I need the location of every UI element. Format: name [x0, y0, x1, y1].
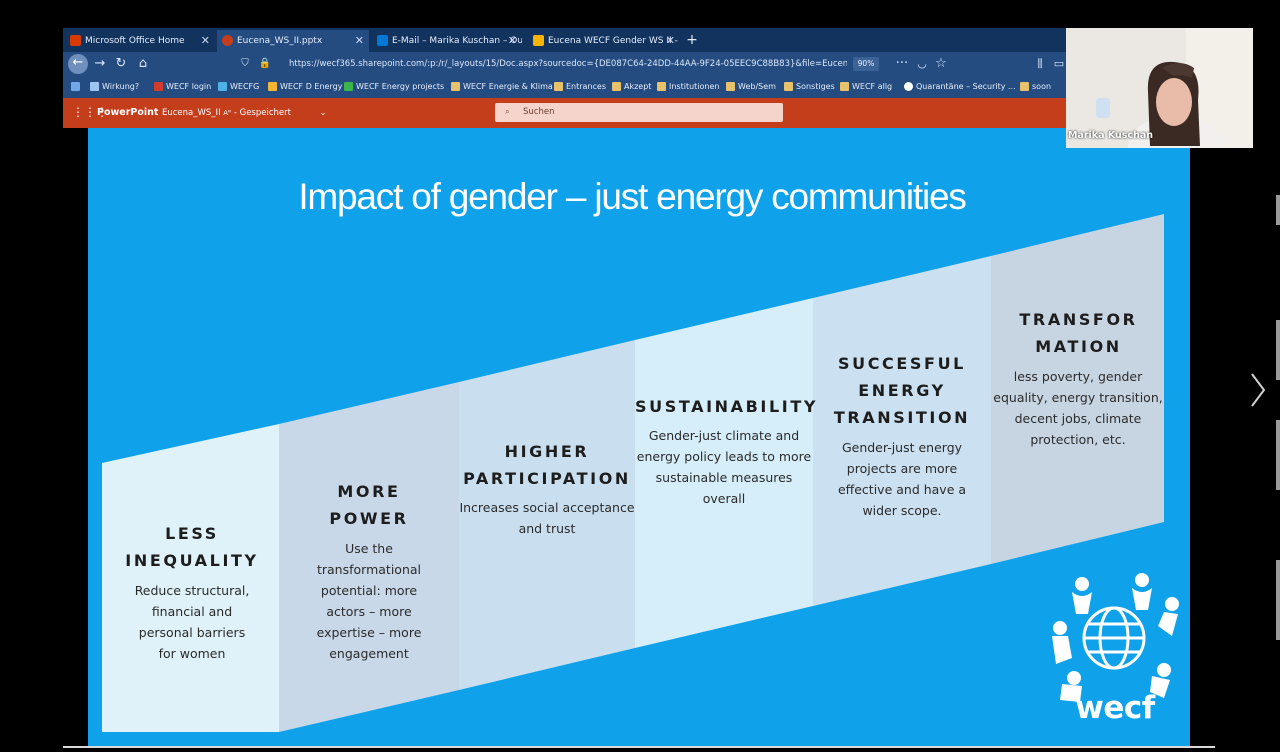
- folder-icon: [1020, 82, 1029, 91]
- divider: [63, 746, 1215, 748]
- participant-name: Marika Kuschan: [1068, 130, 1154, 141]
- folder-icon: [726, 82, 735, 91]
- search-input[interactable]: ⌕ Suchen: [495, 103, 783, 122]
- column-text: Gender-just climate and energy policy le…: [636, 428, 812, 506]
- column-text: Increases social acceptance and trust: [459, 500, 635, 536]
- close-tab-icon[interactable]: ✕: [508, 30, 517, 52]
- scrollbar-mark: [1276, 195, 1280, 225]
- column-text: Use the transformational potential: more…: [316, 541, 422, 661]
- zoom-level[interactable]: 90%: [853, 57, 879, 71]
- powerpoint-header: ⋮⋮⋮ PowerPoint Eucena_WS_II Aᴿ - Gespeic…: [63, 98, 1066, 128]
- bookmark-item[interactable]: [71, 76, 83, 98]
- close-tab-icon[interactable]: ✕: [666, 30, 675, 52]
- scrollbar-mark: [1276, 320, 1280, 380]
- slide-title: Impact of gender – just energy communiti…: [298, 176, 967, 217]
- folder-icon: [840, 82, 849, 91]
- back-button[interactable]: ←: [68, 54, 88, 74]
- tab-google-slides[interactable]: Eucena WECF Gender WS II - G ✕: [528, 30, 680, 52]
- chevron-down-icon[interactable]: ⌄: [320, 108, 327, 117]
- step-1: [102, 424, 279, 732]
- reload-button[interactable]: ↻: [112, 55, 130, 73]
- search-icon: ⌕: [505, 107, 510, 117]
- scrollbar-mark: [1276, 560, 1280, 640]
- slide: Impact of gender – just energy communiti…: [88, 128, 1190, 747]
- app-name[interactable]: PowerPoint: [97, 98, 158, 128]
- folder-icon: [657, 82, 666, 91]
- bookmark-item[interactable]: WECFG: [218, 76, 259, 98]
- bookmark-icon: [344, 82, 353, 91]
- bookmark-item[interactable]: WECF Energy projects: [344, 76, 444, 98]
- bookmarks-bar: Wirkung? WECF login WECFG WECF D Energy …: [63, 76, 1066, 98]
- bookmark-item[interactable]: WECF login: [154, 76, 211, 98]
- bookmark-folder[interactable]: Institutionen: [657, 76, 719, 98]
- column-heading: MORE POWER: [329, 482, 409, 528]
- library-icon[interactable]: ⫼: [1031, 55, 1049, 73]
- powerpoint-icon: [222, 35, 233, 46]
- tab-office-home[interactable]: Microsoft Office Home ✕: [65, 30, 215, 52]
- close-tab-icon[interactable]: ✕: [201, 30, 210, 52]
- column-heading: TRANSFOR MATION: [1019, 310, 1138, 356]
- bookmark-folder[interactable]: soon: [1020, 76, 1051, 98]
- bookmark-folder[interactable]: Akzept: [612, 76, 651, 98]
- bookmark-icon: [90, 82, 99, 91]
- shield-icon: [904, 82, 913, 91]
- file-name[interactable]: Eucena_WS_II Aᴿ - Gespeichert ⌄: [162, 98, 326, 128]
- lock-icon[interactable]: 🔒: [256, 55, 274, 73]
- column-text: Gender-just energy projects are more eff…: [837, 440, 967, 518]
- folder-icon: [451, 82, 460, 91]
- more-actions-icon[interactable]: ···: [893, 55, 911, 73]
- outlook-icon: [377, 35, 388, 46]
- close-tab-icon[interactable]: ✕: [355, 30, 364, 52]
- bookmark-item[interactable]: Quarantäne – Security ...: [904, 76, 1016, 98]
- bookmark-folder[interactable]: Entrances: [554, 76, 606, 98]
- bookmark-folder[interactable]: Sonstiges: [784, 76, 835, 98]
- bookmark-folder[interactable]: Web/Sem: [726, 76, 776, 98]
- step-5: [813, 256, 991, 606]
- folder-icon: [612, 82, 621, 91]
- bookmark-icon: [218, 82, 227, 91]
- folder-icon: [784, 82, 793, 91]
- home-button[interactable]: ⌂: [134, 55, 152, 73]
- browser-window: Microsoft Office Home ✕ Eucena_WS_II.ppt…: [63, 28, 1066, 128]
- bookmark-folder[interactable]: WECF allg: [840, 76, 892, 98]
- navigation-bar: ← → ↻ ⌂ ⛉ 🔒 https://wecf365.sharepoint.c…: [63, 52, 1066, 76]
- column-heading: SUCCESFUL ENERGY TRANSITION: [833, 354, 971, 427]
- scrollbar-mark: [1276, 420, 1280, 490]
- column-heading: SUSTAINABILITY: [635, 397, 819, 416]
- slides-icon: [533, 35, 544, 46]
- forward-button[interactable]: →: [91, 55, 109, 73]
- bookmark-icon: [154, 82, 163, 91]
- bookmark-item[interactable]: Wirkung?: [90, 76, 139, 98]
- column-text: less poverty, gender equality, energy tr…: [993, 369, 1163, 447]
- bookmark-item[interactable]: WECF D Energy: [268, 76, 342, 98]
- coauthor-icon: Aᴿ: [223, 109, 232, 117]
- address-bar[interactable]: https://wecf365.sharepoint.com/:p:/r/_la…: [289, 56, 847, 73]
- folder-icon: [554, 82, 563, 91]
- tab-presentation[interactable]: Eucena_WS_II.pptx ✕: [217, 30, 369, 52]
- bookmark-icon: [268, 82, 277, 91]
- tab-bar: Microsoft Office Home ✕ Eucena_WS_II.ppt…: [63, 28, 1066, 52]
- office-icon: [70, 35, 81, 46]
- bookmark-icon: [71, 82, 80, 91]
- shield-icon[interactable]: ⛉: [236, 55, 254, 73]
- wecf-logo: wecf: [1075, 690, 1155, 726]
- tab-email[interactable]: E-Mail – Marika Kuschan – Out ✕: [372, 30, 522, 52]
- column-text: Reduce structural, financial and persona…: [134, 583, 250, 661]
- column-heading: HIGHER PARTICIPATION: [463, 442, 631, 488]
- bookmark-star-icon[interactable]: ☆: [932, 55, 950, 73]
- pocket-icon[interactable]: ◡: [913, 55, 931, 73]
- bookmark-folder[interactable]: WECF Energie & Klima: [451, 76, 553, 98]
- participant-video: Marika Kuschan: [1066, 28, 1253, 148]
- column-heading: LESS INEQUALITY: [125, 524, 259, 570]
- new-tab-button[interactable]: +: [685, 30, 699, 50]
- next-slide-icon[interactable]: [1248, 370, 1268, 410]
